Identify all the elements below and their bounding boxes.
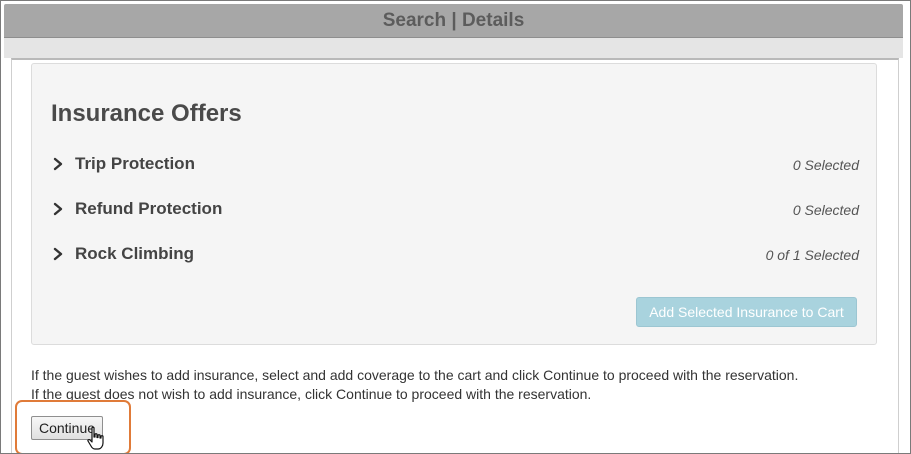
offer-name: Refund Protection <box>75 199 223 218</box>
chevron-right-icon <box>53 157 63 171</box>
chevron-right-icon <box>53 202 63 216</box>
content-area: Insurance Offers Trip Protection 0 Selec… <box>11 58 899 453</box>
insurance-offers-heading: Insurance Offers <box>51 100 242 127</box>
instruction-line-1: If the guest wishes to add insurance, se… <box>31 367 799 383</box>
title-bar: Search | Details <box>4 4 903 38</box>
app-window: Search | Details Insurance Offers Trip P… <box>0 0 911 454</box>
insurance-offers-panel: Insurance Offers Trip Protection 0 Selec… <box>31 63 877 345</box>
window-title: Search | Details <box>382 10 525 31</box>
offer-name: Rock Climbing <box>75 244 195 263</box>
offer-row-refund-protection[interactable]: Refund Protection 0 Selected <box>51 197 859 223</box>
add-selected-insurance-button[interactable]: Add Selected Insurance to Cart <box>636 297 857 327</box>
hand-pointer-icon <box>87 426 104 450</box>
offer-row-rock-climbing[interactable]: Rock Climbing 0 of 1 Selected <box>51 242 859 268</box>
offer-name: Trip Protection <box>75 154 195 173</box>
chevron-right-icon <box>53 247 63 261</box>
offer-selected-count: 0 Selected <box>792 202 859 218</box>
offer-selected-count: 0 of 1 Selected <box>765 247 859 263</box>
offer-selected-count: 0 Selected <box>792 157 859 173</box>
instructions: If the guest wishes to add insurance, se… <box>31 366 871 404</box>
header-strip <box>4 38 903 58</box>
instruction-line-2: If the guest does not wish to add insura… <box>31 386 592 402</box>
offer-row-trip-protection[interactable]: Trip Protection 0 Selected <box>51 152 859 178</box>
